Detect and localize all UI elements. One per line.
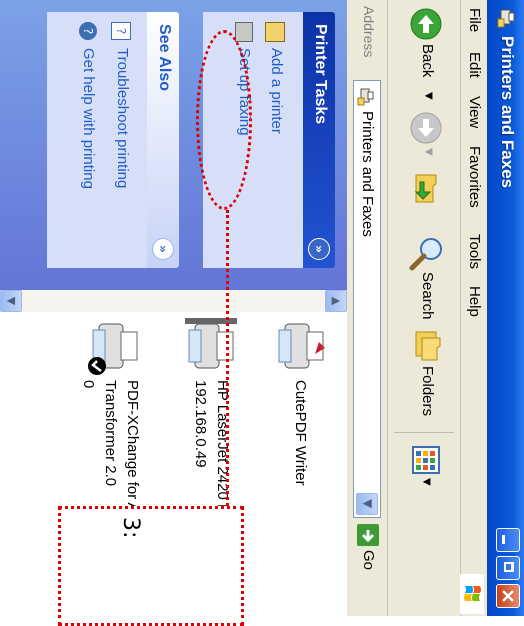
add-printer-link[interactable]: Add a printer — [268, 48, 285, 134]
address-bar: Address Printers and Faxes ▼ Go — [347, 0, 387, 616]
close-icon — [502, 590, 514, 602]
folders-button[interactable] — [406, 328, 446, 364]
address-input[interactable]: Printers and Faxes ▼ — [353, 80, 381, 518]
folders-icon — [415, 331, 441, 361]
back-dropdown-icon[interactable]: ▼ — [423, 92, 434, 100]
expand-chevron-icon[interactable]: » — [152, 238, 174, 260]
troubleshoot-icon: ? — [111, 22, 131, 40]
toolbar-divider — [394, 432, 454, 433]
menu-view[interactable]: View — [466, 96, 483, 128]
address-label: Address — [361, 6, 377, 58]
help-icon: ? — [79, 22, 97, 40]
annotation-callout: 3: — [58, 506, 244, 626]
minimize-icon — [502, 535, 505, 544]
forward-dropdown-icon: ▼ — [423, 148, 434, 156]
maximize-button[interactable] — [496, 556, 520, 580]
get-help-printing-link[interactable]: Get help with printing — [80, 48, 97, 189]
folders-label[interactable]: Folders — [419, 366, 436, 416]
scroll-up-button[interactable]: ▲ — [325, 290, 347, 312]
printer-name: PDF-XChange for A — [124, 380, 141, 513]
go-button[interactable] — [357, 524, 379, 546]
back-label[interactable]: Back — [419, 44, 436, 77]
fax-icon — [235, 22, 253, 42]
menu-edit[interactable]: Edit — [466, 52, 483, 78]
search-button[interactable] — [404, 234, 446, 272]
views-button[interactable] — [406, 444, 442, 476]
see-also-title: See Also — [156, 24, 173, 91]
printer-icon — [278, 323, 325, 369]
highlight-oval — [196, 30, 252, 210]
printer-document-count: 0 — [80, 380, 97, 389]
toolbar: Back ▼ ▼ Search Folders ▼ — [387, 0, 460, 616]
list-item[interactable]: CutePDF Writer — [257, 316, 337, 616]
task-pane: Printer Tasks » Add a printer Set up fax… — [0, 0, 347, 290]
search-label[interactable]: Search — [419, 272, 436, 320]
printers-folder-icon — [497, 9, 515, 28]
back-button[interactable] — [406, 8, 442, 40]
menu-file[interactable]: File — [466, 8, 483, 32]
see-also-header[interactable]: See Also » — [147, 12, 179, 268]
address-dropdown-button[interactable]: ▼ — [356, 493, 378, 515]
printer-detail: Transformer 2.0 — [102, 380, 119, 487]
printer-detail: 192.168.0.49 — [192, 380, 209, 468]
windows-logo-icon — [460, 574, 484, 614]
back-arrow-icon — [410, 8, 442, 40]
annotation-leader-line — [226, 210, 229, 506]
menu-favorites[interactable]: Favorites — [466, 146, 483, 208]
network-printer-icon — [185, 318, 237, 369]
default-printer-check-icon — [88, 357, 106, 375]
views-dropdown-icon[interactable]: ▼ — [421, 478, 432, 486]
go-arrow-icon — [361, 530, 375, 543]
up-folder-icon — [414, 174, 437, 203]
menu-tools[interactable]: Tools — [466, 234, 483, 269]
troubleshoot-printing-link[interactable]: Troubleshoot printing — [114, 48, 131, 188]
menu-bar: File Edit View Favorites Tools Help — [460, 0, 487, 616]
search-icon — [409, 238, 442, 271]
printer-tasks-title: Printer Tasks — [312, 24, 329, 125]
window-title: Printers and Faxes — [498, 36, 517, 189]
go-label[interactable]: Go — [360, 550, 377, 570]
forward-button[interactable] — [406, 112, 442, 144]
views-grid-icon — [412, 446, 440, 474]
title-bar[interactable]: Printers and Faxes — [487, 0, 524, 616]
printer-tasks-header[interactable]: Printer Tasks » — [303, 12, 335, 268]
see-also-panel: ? Troubleshoot printing ? Get help with … — [47, 12, 147, 268]
add-printer-icon — [265, 22, 285, 42]
menu-help[interactable]: Help — [466, 286, 483, 317]
chevron-down-icon: ▼ — [361, 499, 375, 509]
vertical-scrollbar[interactable]: ▲ ▼ — [0, 290, 347, 312]
minimize-button[interactable] — [496, 528, 520, 552]
scroll-down-button[interactable]: ▼ — [0, 290, 22, 312]
callout-text: 3: — [118, 517, 143, 539]
address-value: Printers and Faxes — [359, 111, 376, 237]
printers-folder-icon — [357, 88, 374, 106]
collapse-chevron-icon[interactable]: » — [308, 238, 330, 260]
forward-arrow-icon — [410, 112, 442, 144]
up-folder-button[interactable] — [406, 172, 444, 206]
maximize-icon — [504, 562, 514, 572]
close-button[interactable] — [496, 584, 520, 608]
printer-name: CutePDF Writer — [292, 380, 309, 486]
